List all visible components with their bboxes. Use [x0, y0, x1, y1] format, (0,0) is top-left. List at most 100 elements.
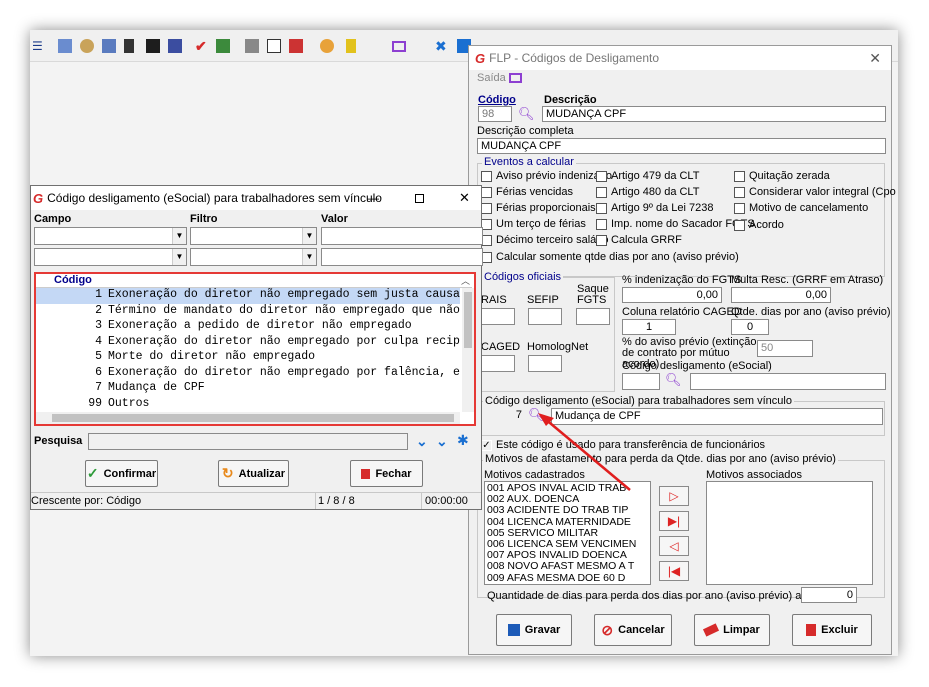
- checkbox-motivo-cancelamento[interactable]: Motivo de cancelamento: [734, 202, 868, 214]
- rais-input[interactable]: [481, 308, 515, 325]
- campo-combo-2[interactable]: ▼: [34, 248, 187, 266]
- maximize-icon[interactable]: [415, 193, 424, 203]
- pct-aviso-spinner[interactable]: 50: [757, 340, 813, 357]
- checkbox-calcula-grrf[interactable]: Calcula GRRF: [596, 234, 682, 246]
- chevron-down-icon[interactable]: ▼: [302, 249, 316, 265]
- motivos-associados-list[interactable]: [706, 481, 873, 585]
- table-row[interactable]: 4 Exoneração do diretor não empregado por…: [36, 335, 460, 351]
- search-icon[interactable]: 🔍︎: [518, 106, 535, 122]
- atualizar-button[interactable]: ↻ Atualizar: [218, 460, 289, 487]
- vertical-scrollbar[interactable]: [462, 288, 474, 412]
- codigo-input[interactable]: 98: [478, 106, 512, 122]
- chart-icon[interactable]: [216, 39, 230, 53]
- checkbox-quitacao-zerada[interactable]: Quitação zerada: [734, 170, 830, 182]
- search-icon[interactable]: 🔍︎: [665, 372, 682, 388]
- checkbox-valor-integral[interactable]: Considerar valor integral (Cpo 21): [734, 186, 898, 198]
- pie-icon[interactable]: [320, 39, 334, 53]
- list-item[interactable]: 008 NOVO AFAST MESMO A T: [487, 561, 648, 572]
- tools-icon[interactable]: ✖: [435, 39, 449, 53]
- chevron-down-icon[interactable]: ▼: [302, 228, 316, 244]
- document-icon[interactable]: [267, 39, 281, 53]
- results-grid[interactable]: Código ︿ 1 Exoneração do diretor não empr…: [34, 272, 476, 426]
- table-row[interactable]: 99 Outros: [36, 397, 149, 413]
- add-one-button[interactable]: ▷: [659, 486, 689, 506]
- table-row[interactable]: 5 Morte do diretor não empregado: [36, 350, 315, 366]
- gravar-button[interactable]: Gravar: [496, 614, 572, 646]
- scrollbar-thumb[interactable]: [52, 414, 454, 422]
- filter-down-icon[interactable]: ⌄: [436, 433, 448, 450]
- checkbox-imp-sacador[interactable]: Imp. nome do Sacador FGTS: [596, 218, 755, 230]
- chevron-up-icon[interactable]: ︿: [461, 274, 470, 287]
- close-icon[interactable]: ✕: [459, 190, 470, 206]
- checkbox-decimo-terceiro[interactable]: Décimo terceiro salário: [481, 234, 608, 246]
- cancelar-button[interactable]: ⊘ Cancelar: [594, 614, 672, 646]
- sefip-input[interactable]: [528, 308, 562, 325]
- qtde-perda-input[interactable]: 0: [801, 587, 857, 603]
- horizontal-scrollbar[interactable]: [36, 412, 460, 424]
- table-row[interactable]: 6 Exoneração do diretor não empregado por…: [36, 366, 460, 382]
- checkbox-calcular-somente[interactable]: Calcular somente qtde dias por ano (avis…: [481, 251, 739, 263]
- menu-icon[interactable]: ☰: [32, 39, 46, 53]
- remove-all-button[interactable]: |◀: [659, 561, 689, 581]
- valor-input-2[interactable]: [321, 248, 483, 266]
- semvinculo-code-input[interactable]: 7: [481, 408, 525, 425]
- qtde-dias-input[interactable]: 0: [731, 319, 769, 335]
- limpar-button[interactable]: Limpar: [694, 614, 770, 646]
- add-all-button[interactable]: ▶|: [659, 511, 689, 531]
- checkbox-terco-ferias[interactable]: Um terço de férias: [481, 218, 586, 230]
- campo-combo-1[interactable]: ▼: [34, 227, 187, 245]
- saque-fgts-input[interactable]: [576, 308, 610, 325]
- calculator-icon[interactable]: [124, 39, 134, 53]
- fechar-button[interactable]: Fechar: [350, 460, 423, 487]
- check-icon[interactable]: ✔: [195, 39, 209, 53]
- descricao-input[interactable]: MUDANÇA CPF: [542, 106, 886, 122]
- save-icon[interactable]: [146, 39, 160, 53]
- chevron-down-icon[interactable]: ▼: [172, 228, 186, 244]
- print-icon[interactable]: [58, 39, 72, 53]
- report-icon[interactable]: [102, 39, 116, 53]
- filtro-combo-1[interactable]: ▼: [190, 227, 317, 245]
- exit-icon[interactable]: [346, 39, 356, 53]
- checkbox-artigo-9[interactable]: Artigo 9º da Lei 7238: [596, 202, 713, 214]
- checkbox-artigo-480[interactable]: Artigo 480 da CLT: [596, 186, 699, 198]
- saida-button[interactable]: Saída: [477, 72, 506, 84]
- gear-icon[interactable]: ✱: [457, 432, 469, 449]
- people-icon[interactable]: [80, 39, 94, 53]
- list-item[interactable]: 009 AFAS MESMA DOE 60 D: [487, 572, 648, 584]
- homolognet-input[interactable]: [528, 355, 562, 372]
- export-icon[interactable]: [289, 39, 303, 53]
- coluna-caged-input[interactable]: 1: [622, 319, 676, 335]
- chevron-down-icon[interactable]: ▼: [172, 249, 186, 265]
- close-icon[interactable]: ✕: [869, 50, 881, 67]
- excluir-button[interactable]: Excluir: [792, 614, 872, 646]
- filtro-combo-2[interactable]: ▼: [190, 248, 317, 266]
- table-row[interactable]: 7 Mudança de CPF: [36, 381, 205, 397]
- checkbox-ferias-proporcionais[interactable]: Férias proporcionais: [481, 202, 596, 214]
- cod-desl-esocial-desc[interactable]: [690, 373, 886, 390]
- scrollbar-thumb[interactable]: [464, 292, 472, 348]
- pesquisa-input[interactable]: [88, 433, 408, 450]
- double-chevron-down-icon[interactable]: ⌄: [416, 433, 428, 450]
- minimize-icon[interactable]: —: [367, 191, 379, 205]
- list-item[interactable]: 003 ACIDENTE DO TRAB TIP: [487, 505, 648, 516]
- col-header-codigo[interactable]: Código: [54, 274, 92, 286]
- multa-input[interactable]: 0,00: [731, 287, 831, 303]
- cod-desl-esocial-input[interactable]: [622, 373, 660, 390]
- tables-icon[interactable]: [168, 39, 182, 53]
- valor-input-1[interactable]: [321, 227, 483, 245]
- caged-input[interactable]: [481, 355, 515, 372]
- confirmar-button[interactable]: ✓ Confirmar: [85, 460, 158, 487]
- checkbox-acordo[interactable]: Acordo: [734, 219, 784, 231]
- monitor-icon[interactable]: [509, 73, 522, 83]
- copy-icon[interactable]: [245, 39, 259, 53]
- pct-indenizacao-input[interactable]: 0,00: [622, 287, 722, 303]
- table-row[interactable]: 3 Exoneração a pedido de diretor não empr…: [36, 319, 412, 335]
- remove-one-button[interactable]: ◁: [659, 536, 689, 556]
- descricao-completa-input[interactable]: MUDANÇA CPF: [477, 138, 886, 154]
- table-row[interactable]: 1 Exoneração do diretor não empregado sem…: [36, 288, 460, 304]
- table-row[interactable]: 2 Término de mandato do diretor não empre…: [36, 304, 460, 320]
- checkbox-ferias-vencidas[interactable]: Férias vencidas: [481, 186, 573, 198]
- monitor-icon[interactable]: [392, 41, 406, 52]
- checkbox-artigo-479[interactable]: Artigo 479 da CLT: [596, 170, 699, 182]
- checkbox-aviso-previo[interactable]: Aviso prévio indenizado: [481, 170, 612, 182]
